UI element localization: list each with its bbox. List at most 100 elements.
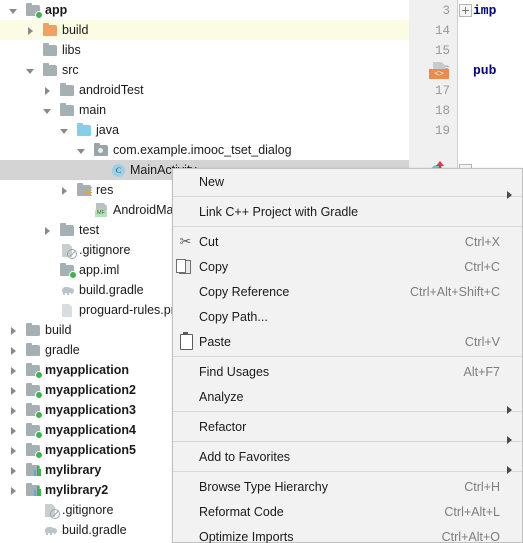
gutter-line-number: 14: [434, 24, 450, 38]
tree-item-label: java: [96, 123, 119, 137]
tree-row[interactable]: app: [0, 0, 409, 20]
chevron-right-icon[interactable]: [8, 465, 19, 476]
menu-item-icon-empty: [173, 444, 199, 469]
folder-module-icon: [25, 402, 43, 419]
layout-editor-icon[interactable]: <>: [429, 62, 449, 79]
menu-item-icon-empty: [173, 279, 199, 304]
menu-item-label: New: [199, 174, 225, 189]
iml-icon: [59, 262, 77, 279]
chevron-right-icon[interactable]: [8, 385, 19, 396]
chevron-right-icon[interactable]: [8, 365, 19, 376]
menu-item-label: Cut: [199, 234, 219, 249]
gitignore-icon: [59, 242, 77, 259]
tree-twisty-empty: [42, 265, 53, 276]
folder-icon: [25, 322, 41, 338]
menu-item[interactable]: Find Usages Alt+F7: [173, 359, 522, 384]
project-context-menu[interactable]: New Link C++ Project with Gradle ✂ Cut Ctrl+…: [172, 168, 523, 543]
chevron-right-icon[interactable]: [25, 25, 36, 36]
menu-item-shortcut: Ctrl+V: [464, 334, 500, 349]
folder-icon: [59, 222, 75, 238]
menu-item[interactable]: Copy Path...: [173, 304, 522, 329]
menu-item[interactable]: Reformat Code Ctrl+Alt+L: [173, 499, 522, 524]
tree-row[interactable]: java: [0, 120, 409, 140]
menu-item-label: Reformat Code: [199, 504, 284, 519]
chevron-right-icon[interactable]: [42, 225, 53, 236]
tree-item-label: myapplication4: [45, 423, 136, 437]
tree-twisty-empty: [25, 505, 36, 516]
gutter-line-number: 3: [442, 4, 450, 18]
menu-item-shortcut: Ctrl+C: [464, 259, 500, 274]
tree-item-label: proguard-rules.pro: [79, 303, 182, 317]
tree-item-label: test: [79, 223, 100, 237]
chevron-right-icon[interactable]: [8, 345, 19, 356]
android-studio-project-view: app build libs src androidTest main java com.ex…: [0, 0, 523, 543]
menu-item[interactable]: Optimize Imports Ctrl+Alt+O: [173, 524, 522, 543]
tree-row[interactable]: com.example.imooc_tset_dialog: [0, 140, 409, 160]
editor-code-area[interactable]: imp pub: [458, 0, 523, 181]
folder-icon: [25, 342, 41, 358]
chevron-right-icon[interactable]: [8, 425, 19, 436]
scissors-icon: ✂: [179, 233, 192, 249]
menu-item[interactable]: Copy Reference Ctrl+Alt+Shift+C: [173, 279, 522, 304]
folder-icon: [59, 102, 75, 118]
tree-item-label: androidTest: [79, 83, 144, 97]
menu-item[interactable]: Refactor: [173, 414, 522, 444]
tree-item-label: .gitignore: [62, 503, 114, 517]
menu-item-label: Browse Type Hierarchy: [199, 479, 328, 494]
tree-row[interactable]: build: [0, 20, 409, 40]
tree-item-label: com.example.imooc_tset_dialog: [113, 143, 292, 157]
menu-item-label: Add to Favorites: [199, 449, 291, 464]
menu-item[interactable]: Browse Type Hierarchy Ctrl+H: [173, 474, 522, 499]
tree-row[interactable]: libs: [0, 40, 409, 60]
tree-row[interactable]: main: [0, 100, 409, 120]
chevron-right-icon[interactable]: [8, 405, 19, 416]
chevron-right-icon[interactable]: [8, 485, 19, 496]
menu-item-label: Copy Reference: [199, 284, 290, 299]
menu-item[interactable]: Paste Ctrl+V: [173, 329, 522, 354]
fold-expand-icon[interactable]: [459, 4, 472, 17]
folder-module-icon: [25, 2, 43, 19]
folder-icon: [42, 42, 58, 58]
chevron-down-icon[interactable]: [59, 125, 70, 136]
folder-module-icon: [25, 422, 43, 439]
gutter-line-number: 15: [434, 44, 450, 58]
menu-item-label: Copy Path...: [199, 309, 268, 324]
code-fragment: pub: [473, 63, 497, 78]
manifest-icon: MF: [93, 202, 109, 218]
chevron-right-icon[interactable]: [8, 325, 19, 336]
tree-twisty-empty: [25, 45, 36, 56]
menu-item-label: Refactor: [199, 419, 247, 434]
editor-gutter[interactable]: 3141516171819: [409, 0, 457, 181]
menu-item[interactable]: Add to Favorites: [173, 444, 522, 474]
menu-item[interactable]: ✂ Cut Ctrl+X: [173, 229, 522, 254]
folder-module-icon: [25, 382, 43, 399]
menu-item[interactable]: Link C++ Project with Gradle: [173, 199, 522, 224]
chevron-down-icon[interactable]: [25, 65, 36, 76]
folder-module-icon: [25, 442, 43, 459]
folder-res-icon: [76, 182, 92, 198]
chevron-right-icon[interactable]: [42, 85, 53, 96]
menu-item[interactable]: Copy Ctrl+C: [173, 254, 522, 279]
chevron-right-icon[interactable]: [59, 185, 70, 196]
menu-item-label: Copy: [199, 259, 229, 274]
chevron-down-icon[interactable]: [76, 145, 87, 156]
menu-item[interactable]: New: [173, 169, 522, 199]
chevron-down-icon[interactable]: [8, 5, 19, 16]
chevron-down-icon[interactable]: [42, 105, 53, 116]
menu-item[interactable]: Analyze: [173, 384, 522, 414]
chevron-right-icon[interactable]: [8, 445, 19, 456]
tree-row[interactable]: androidTest: [0, 80, 409, 100]
tree-row[interactable]: src: [0, 60, 409, 80]
tree-item-label: build: [62, 23, 89, 37]
